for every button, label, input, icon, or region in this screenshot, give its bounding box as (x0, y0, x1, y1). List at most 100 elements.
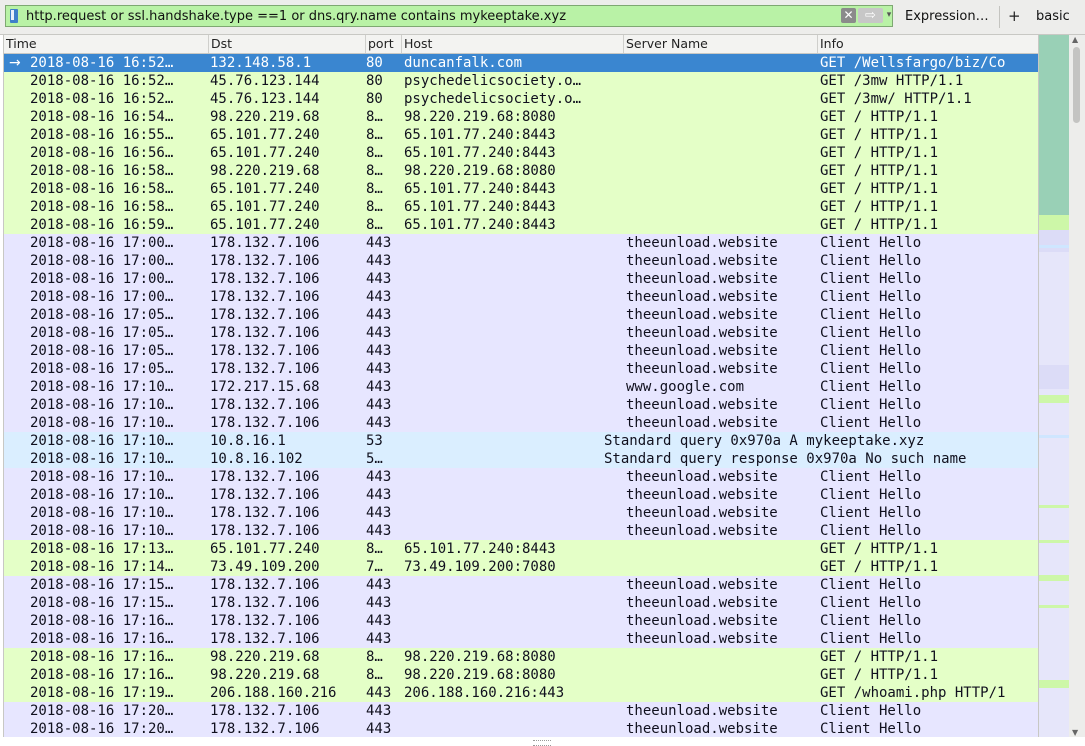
cell-info: Client Hello (820, 595, 922, 611)
packet-row[interactable]: 2018-08-16 17:10… 178.132.7.106 443 theeunl… (4, 486, 1038, 504)
cell-info: Client Hello (820, 415, 922, 431)
cell-time: 2018-08-16 17:00… (30, 271, 174, 287)
packet-row[interactable]: 2018-08-16 17:05… 178.132.7.106 443 theeunl… (4, 342, 1038, 360)
cell-info: Standard query response 0x970a No such n… (604, 451, 967, 467)
chevron-down-icon[interactable]: ▾ (885, 7, 893, 24)
cell-port: 8… (366, 199, 383, 215)
packet-row[interactable]: 2018-08-16 17:15… 178.132.7.106 443 theeunl… (4, 594, 1038, 612)
packet-row[interactable]: 2018-08-16 17:10… 178.132.7.106 443 theeunl… (4, 396, 1038, 414)
pane-splitter-handle[interactable] (533, 740, 551, 746)
packet-row[interactable]: 2018-08-16 16:56… 65.101.77.240 8… 65.101.7… (4, 144, 1038, 162)
vertical-scrollbar[interactable]: ▲ ▼ (1069, 35, 1085, 737)
packet-row[interactable]: 2018-08-16 16:58… 98.220.219.68 8… 98.220.2… (4, 162, 1038, 180)
expression-button[interactable]: Expression… (905, 9, 989, 24)
packet-row[interactable]: 2018-08-16 17:13… 65.101.77.240 8… 65.101.7… (4, 540, 1038, 558)
cell-port: 443 (366, 271, 392, 287)
clear-icon[interactable]: ✕ (841, 8, 856, 23)
packet-row[interactable]: → 2018-08-16 16:52… 132.148.58.1 80 duncanfa… (4, 54, 1038, 72)
cell-info: Client Hello (820, 253, 922, 269)
packet-row[interactable]: 2018-08-16 16:52… 45.76.123.144 80 psychede… (4, 72, 1038, 90)
column-header-info[interactable]: Info (818, 35, 1038, 53)
cell-dst: 178.132.7.106 (210, 505, 320, 521)
cell-info: Client Hello (820, 397, 922, 413)
column-header-host[interactable]: Host (402, 35, 624, 53)
cell-dst: 178.132.7.106 (210, 307, 320, 323)
cell-time: 2018-08-16 16:56… (30, 145, 174, 161)
apply-filter-icon[interactable]: ⇨ (858, 8, 883, 23)
minimap-viewport[interactable] (1039, 35, 1069, 215)
packet-row[interactable]: 2018-08-16 16:55… 65.101.77.240 8… 65.101.7… (4, 126, 1038, 144)
scrollbar-thumb[interactable] (1073, 47, 1080, 123)
display-filter-box[interactable]: ✕ ⇨ ▾ (5, 5, 893, 27)
packet-row[interactable]: 2018-08-16 17:19… 206.188.160.216 443 206.1… (4, 684, 1038, 702)
packet-row[interactable]: 2018-08-16 17:16… 98.220.219.68 8… 98.220.2… (4, 648, 1038, 666)
cell-host: 65.101.77.240:8443 (404, 127, 556, 143)
cell-host: 98.220.219.68:8080 (404, 109, 556, 125)
add-filter-button[interactable]: + (1008, 7, 1021, 25)
packet-row[interactable]: 2018-08-16 17:20… 178.132.7.106 443 theeunl… (4, 702, 1038, 720)
minimap-mark (1039, 230, 1069, 252)
packet-row[interactable]: 2018-08-16 17:10… 10.8.16.1 53 Standard que… (4, 432, 1038, 450)
cell-info: Client Hello (820, 469, 922, 485)
bookmark-icon[interactable] (10, 9, 18, 23)
column-header-port[interactable]: port (366, 35, 402, 53)
cell-port: 443 (366, 415, 392, 431)
cell-server-name (626, 666, 818, 684)
packet-row[interactable]: 2018-08-16 17:10… 172.217.15.68 443 www.goo… (4, 378, 1038, 396)
cell-server-name: theeunload.website (626, 271, 778, 287)
cell-time: 2018-08-16 17:10… (30, 505, 174, 521)
packet-row[interactable]: 2018-08-16 17:00… 178.132.7.106 443 theeunl… (4, 252, 1038, 270)
packet-row[interactable]: 2018-08-16 16:54… 98.220.219.68 8… 98.220.2… (4, 108, 1038, 126)
cell-info: Client Hello (820, 289, 922, 305)
packet-minimap[interactable] (1038, 35, 1069, 737)
packet-row[interactable]: 2018-08-16 17:05… 178.132.7.106 443 theeunl… (4, 306, 1038, 324)
cell-info: GET / HTTP/1.1 (820, 667, 939, 683)
packet-row[interactable]: 2018-08-16 17:15… 178.132.7.106 443 theeunl… (4, 576, 1038, 594)
cell-dst: 178.132.7.106 (210, 487, 320, 503)
scroll-down-icon[interactable]: ▼ (1072, 728, 1078, 737)
cell-time: 2018-08-16 17:10… (30, 433, 174, 449)
cell-dst: 45.76.123.144 (210, 91, 320, 107)
cell-port: 443 (366, 379, 392, 395)
cell-info: Client Hello (820, 271, 922, 287)
packet-row[interactable]: 2018-08-16 17:10… 178.132.7.106 443 theeunl… (4, 522, 1038, 540)
cell-info: GET / HTTP/1.1 (820, 559, 939, 575)
column-header-time[interactable]: Time (4, 35, 209, 53)
packet-row[interactable]: 2018-08-16 17:16… 98.220.219.68 8… 98.220.2… (4, 666, 1038, 684)
cell-host: 65.101.77.240:8443 (404, 181, 556, 197)
basic-filter-button[interactable]: basic (1036, 9, 1070, 24)
column-header-dst[interactable]: Dst (209, 35, 366, 53)
packet-row[interactable]: 2018-08-16 17:14… 73.49.109.200 7… 73.49.10… (4, 558, 1038, 576)
packet-row[interactable]: 2018-08-16 17:10… 178.132.7.106 443 theeunl… (4, 414, 1038, 432)
cell-server-name (626, 216, 818, 234)
display-filter-input[interactable] (26, 6, 838, 26)
cell-time: 2018-08-16 16:54… (30, 109, 174, 125)
packet-row[interactable]: 2018-08-16 17:16… 178.132.7.106 443 theeunl… (4, 630, 1038, 648)
cell-dst: 65.101.77.240 (210, 145, 320, 161)
packet-row[interactable]: 2018-08-16 17:16… 178.132.7.106 443 theeunl… (4, 612, 1038, 630)
cell-port: 8… (366, 649, 383, 665)
cell-server-name (626, 72, 818, 90)
column-header-server-name[interactable]: Server Name (624, 35, 818, 53)
cell-dst: 98.220.219.68 (210, 649, 320, 665)
cell-port: 443 (366, 235, 392, 251)
packet-row[interactable]: 2018-08-16 17:10… 10.8.16.102 5… Standard q… (4, 450, 1038, 468)
cell-port: 8… (366, 181, 383, 197)
cell-host (404, 612, 622, 630)
packet-row[interactable]: 2018-08-16 17:00… 178.132.7.106 443 theeunl… (4, 270, 1038, 288)
packet-row[interactable]: 2018-08-16 16:58… 65.101.77.240 8… 65.101.7… (4, 198, 1038, 216)
packet-row[interactable]: 2018-08-16 17:05… 178.132.7.106 443 theeunl… (4, 360, 1038, 378)
scroll-up-icon[interactable]: ▲ (1072, 35, 1078, 44)
packet-row[interactable]: 2018-08-16 17:20… 178.132.7.106 443 theeunl… (4, 720, 1038, 737)
packet-row[interactable]: 2018-08-16 16:52… 45.76.123.144 80 psychede… (4, 90, 1038, 108)
packet-row[interactable]: 2018-08-16 17:05… 178.132.7.106 443 theeunl… (4, 324, 1038, 342)
packet-row[interactable]: 2018-08-16 17:00… 178.132.7.106 443 theeunl… (4, 234, 1038, 252)
packet-row[interactable]: 2018-08-16 17:10… 178.132.7.106 443 theeunl… (4, 504, 1038, 522)
cell-server-name: theeunload.website (626, 505, 778, 521)
cell-server-name: theeunload.website (626, 523, 778, 539)
packet-row[interactable]: 2018-08-16 17:10… 178.132.7.106 443 theeunl… (4, 468, 1038, 486)
packet-row[interactable]: 2018-08-16 16:58… 65.101.77.240 8… 65.101.7… (4, 180, 1038, 198)
packet-row[interactable]: 2018-08-16 17:00… 178.132.7.106 443 theeunl… (4, 288, 1038, 306)
packet-row[interactable]: 2018-08-16 16:59… 65.101.77.240 8… 65.101.7… (4, 216, 1038, 234)
packet-list[interactable]: Time Dst port Host Server Name Info → 201… (3, 35, 1038, 737)
